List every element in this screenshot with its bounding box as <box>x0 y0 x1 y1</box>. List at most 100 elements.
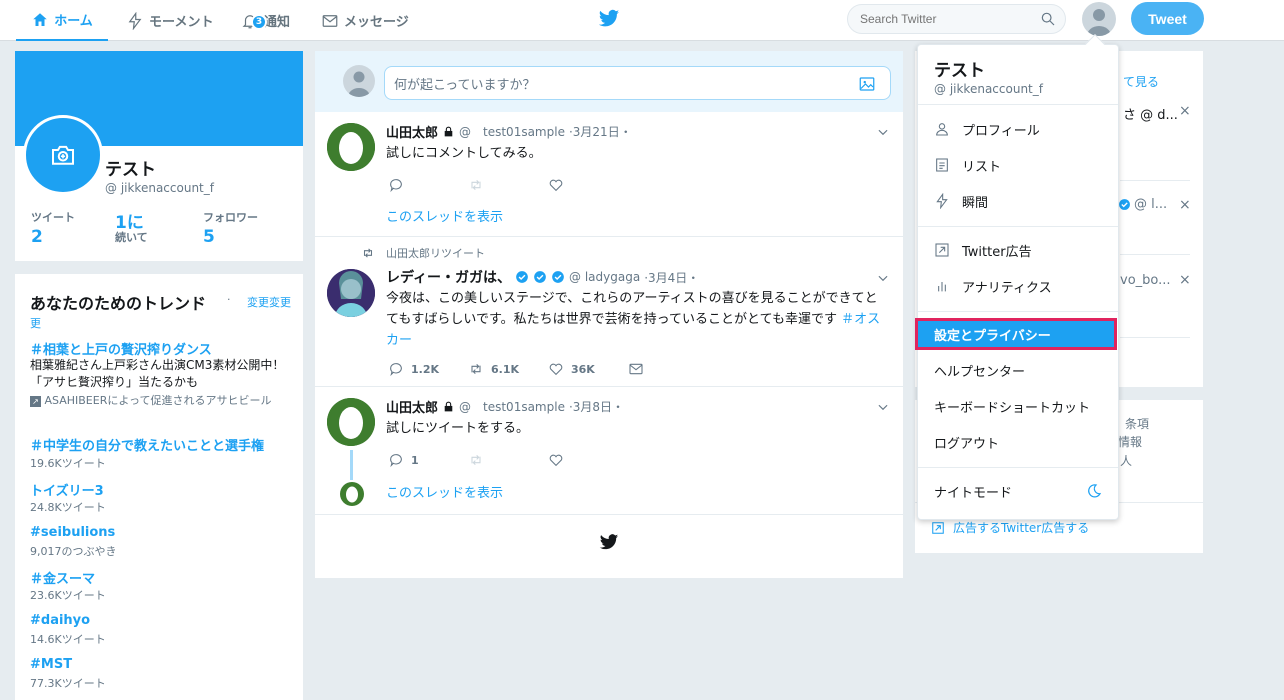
see-all-link[interactable]: て見る <box>1123 73 1159 90</box>
retweet-button[interactable] <box>468 452 484 468</box>
stat-followers-label[interactable]: フォロワー <box>203 209 258 225</box>
tweet-item[interactable]: 山田太郎 @ test01sample ·3月21日・ 試しにコメントしてみる。… <box>315 112 903 237</box>
thread-avatar[interactable] <box>340 482 364 506</box>
trend-item-3-tag[interactable]: #seibulions <box>30 525 115 540</box>
trend-item-0-tag[interactable]: ＃相葉と上戸の贅沢搾りダンス <box>30 339 212 358</box>
like-button[interactable]: 36K <box>548 361 595 377</box>
dropdown-account-handle[interactable]: @ jikkenaccount_f <box>934 82 1043 96</box>
nav-home[interactable]: ホーム <box>16 0 108 41</box>
trend-item-2-tag[interactable]: トイズリー3 <box>30 480 104 499</box>
reply-icon <box>390 363 402 377</box>
suggested-user-1[interactable]: さ @ d... <box>1123 104 1178 123</box>
menu-item-twitter-ads[interactable]: Twitter広告 <box>918 235 1118 265</box>
reply-button[interactable]: 1 <box>388 452 419 468</box>
like-button[interactable] <box>548 452 564 468</box>
trend-item-1-tag[interactable]: ＃中学生の自分で教えたいことと選手権 <box>30 435 264 454</box>
menu-item-logout[interactable]: ログアウト <box>918 427 1118 457</box>
stat-tweets-label[interactable]: ツイート <box>31 209 75 225</box>
tweet-avatar[interactable] <box>327 269 375 317</box>
trends-change-link-wrap[interactable]: 更 <box>30 315 41 331</box>
footer-terms-link[interactable]: 条項 <box>1125 415 1149 432</box>
person-icon <box>936 123 948 136</box>
show-thread-link[interactable]: このスレッドを表示 <box>386 206 503 225</box>
dismiss-icon[interactable]: × <box>1179 197 1191 213</box>
ads-link[interactable]: 広告するTwitter広告する <box>931 519 1089 536</box>
retweet-button[interactable]: 6.1K <box>468 361 519 377</box>
direct-message-button[interactable] <box>628 361 644 377</box>
composer-avatar[interactable] <box>343 65 375 97</box>
reply-button[interactable] <box>388 177 404 193</box>
show-thread-link[interactable]: このスレッドを表示 <box>386 482 503 501</box>
dismiss-icon[interactable]: × <box>1179 103 1191 119</box>
menu-item-settings-privacy[interactable]: 設定とプライバシー <box>916 319 1116 349</box>
dismiss-icon[interactable]: × <box>1179 272 1191 288</box>
footer-info-link[interactable]: 情報 <box>1118 433 1142 450</box>
account-avatar-button[interactable] <box>1082 2 1116 36</box>
tweet-avatar[interactable] <box>327 123 375 171</box>
egg-avatar-icon <box>340 482 364 506</box>
moon-icon[interactable] <box>1086 483 1102 499</box>
tweet-date[interactable]: ·3月8日・ <box>569 398 624 415</box>
nav-notifications[interactable]: 3 通知 <box>241 0 290 41</box>
trend-item-5-tag[interactable]: #daihyo <box>30 613 90 628</box>
trend-item-2-sub: 24.8Kツイート <box>30 501 106 514</box>
image-upload-icon[interactable] <box>858 75 876 93</box>
profile-avatar[interactable] <box>23 115 103 195</box>
nav-messages[interactable]: メッセージ <box>321 0 409 41</box>
reply-icon <box>390 454 402 468</box>
chevron-down-icon[interactable] <box>876 400 890 414</box>
menu-item-profile[interactable]: プロフィール <box>918 114 1118 144</box>
trend-item-4-tag[interactable]: ＃金スーマ <box>30 568 95 587</box>
tweet-button[interactable]: Tweet <box>1131 2 1204 35</box>
tweet-item[interactable]: 山田太郎リツイート レディー・ガガは、 @ ladygaga ·3月4日・ 今夜… <box>315 237 903 387</box>
tweet-date[interactable]: ·3月4日・ <box>644 269 699 286</box>
suggested-user-2[interactable]: @ l... <box>1118 197 1167 212</box>
retweeted-by-text[interactable]: 山田太郎リツイート <box>386 245 485 261</box>
reply-button[interactable]: 1.2K <box>388 361 439 377</box>
menu-item-keyboard-shortcuts[interactable]: キーボードショートカット <box>918 391 1118 421</box>
tweet-author-handle[interactable]: @ test01sample <box>459 123 565 140</box>
tweet-date[interactable]: ·3月21日・ <box>569 123 632 140</box>
search-box[interactable] <box>847 4 1066 34</box>
profile-name[interactable]: テスト <box>105 155 156 180</box>
tweet-author-handle[interactable]: @ ladygaga <box>569 270 640 284</box>
stat-following-label[interactable]: 続いて <box>115 229 148 245</box>
search-input[interactable] <box>848 5 1028 33</box>
stat-followers-value[interactable]: 5 <box>203 227 215 247</box>
trend-item-6-tag[interactable]: #MST <box>30 657 72 672</box>
menu-item-night-mode[interactable]: ナイトモード <box>918 476 1118 506</box>
tweet-author-handle[interactable]: @ test01sample <box>459 398 565 415</box>
profile-handle[interactable]: @ jikkenaccount_f <box>105 181 214 195</box>
menu-item-analytics[interactable]: アナリティクス <box>918 271 1118 301</box>
trend-item-4-sub: 23.6Kツイート <box>30 589 106 602</box>
tweet-item[interactable]: 山田太郎 @ test01sample ·3月8日・ 試しにツイートをする。 1… <box>315 387 903 515</box>
retweet-button[interactable] <box>468 177 484 193</box>
menu-item-help-center[interactable]: ヘルプセンター <box>918 355 1118 385</box>
top-navigation-bar: ホーム モーメント 3 通知 メッセージ Tweet <box>0 0 1284 41</box>
suggested-user-3[interactable]: vo_bo... <box>1120 273 1171 288</box>
twitter-bird-logo-icon[interactable] <box>598 9 620 29</box>
composer-placeholder: 何が起こっていますか？ <box>394 78 536 93</box>
tweet-author-name[interactable]: 山田太郎 <box>386 122 438 141</box>
dropdown-account-name[interactable]: テスト <box>934 56 985 81</box>
trends-title: あなたのためのトレンド <box>30 294 207 313</box>
nav-moments-label: モーメント <box>149 15 214 30</box>
search-icon[interactable] <box>1040 11 1056 27</box>
tweet-author-name[interactable]: レディー・ガガは、 <box>386 267 511 287</box>
trends-change-link[interactable]: 変更変更 <box>247 294 307 310</box>
menu-item-lists[interactable]: リスト <box>918 150 1118 180</box>
tweet-author-name[interactable]: 山田太郎 <box>386 397 438 416</box>
composer-input[interactable]: 何が起こっていますか？ <box>384 66 891 100</box>
like-button[interactable] <box>548 177 564 193</box>
footer-people-link[interactable]: 人 <box>1120 452 1132 469</box>
stat-tweets-value[interactable]: 2 <box>31 227 43 247</box>
tweet-text: 今夜は、この美しいステージで、これらのアーティストの喜びを見ることができてとても… <box>386 291 878 327</box>
retweet-icon <box>471 363 481 375</box>
reply-count: 1 <box>411 453 419 467</box>
nav-moments[interactable]: モーメント <box>126 0 213 41</box>
chevron-down-icon[interactable] <box>876 125 890 139</box>
divider <box>918 467 1118 468</box>
tweet-avatar[interactable] <box>327 398 375 446</box>
chevron-down-icon[interactable] <box>876 271 890 285</box>
menu-item-moments[interactable]: 瞬間 <box>918 186 1118 216</box>
